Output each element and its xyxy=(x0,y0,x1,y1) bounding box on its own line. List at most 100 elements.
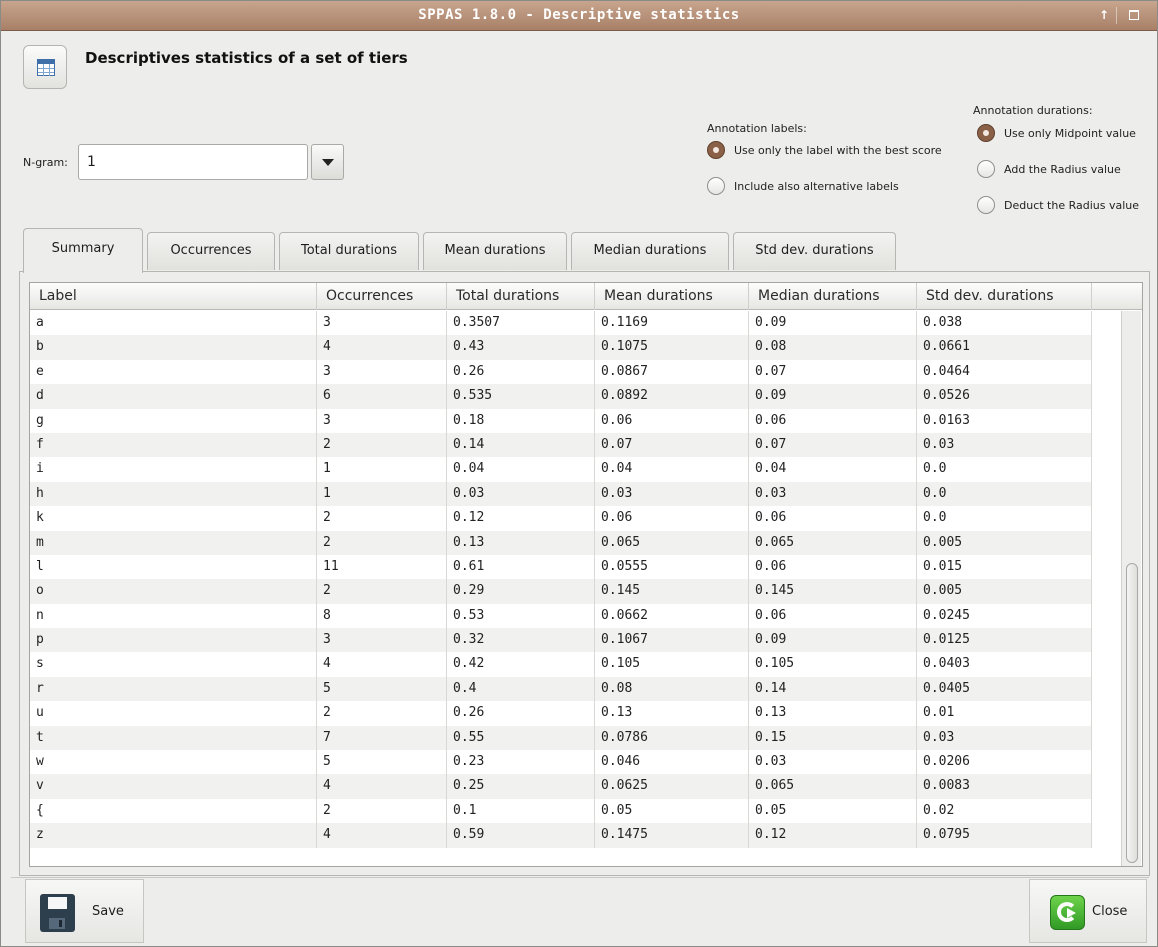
cell-median-durations: 0.065 xyxy=(749,774,917,799)
radio-selected-icon[interactable] xyxy=(707,141,725,159)
cell-label: i xyxy=(30,457,317,482)
column-header-mean-durations[interactable]: Mean durations xyxy=(595,283,749,310)
cell-median-durations: 0.105 xyxy=(749,652,917,677)
table-row[interactable]: l 11 0.61 0.0555 0.06 0.015 xyxy=(30,554,1092,580)
page-title: Descriptives statistics of a set of tier… xyxy=(85,49,408,67)
table-row[interactable]: u 2 0.26 0.13 0.13 0.01 xyxy=(30,701,1092,726)
cell-total-durations: 0.4 xyxy=(447,676,595,702)
cell-mean-durations: 0.145 xyxy=(595,579,749,604)
table-row[interactable]: r 5 0.4 0.08 0.14 0.0405 xyxy=(30,676,1092,702)
cell-occurrences: 5 xyxy=(317,676,447,702)
chevron-down-icon[interactable] xyxy=(311,144,344,180)
table-row[interactable]: h 1 0.03 0.03 0.03 0.0 xyxy=(30,481,1092,507)
table-row[interactable]: w 5 0.23 0.046 0.03 0.0206 xyxy=(30,750,1092,775)
cell-total-durations: 0.25 xyxy=(447,774,595,799)
cell-std-dev-durations: 0.015 xyxy=(917,554,1092,580)
cell-occurrences: 11 xyxy=(317,554,447,580)
cell-total-durations: 0.53 xyxy=(447,603,595,629)
table-row[interactable]: k 2 0.12 0.06 0.06 0.0 xyxy=(30,506,1092,531)
tab-mean-durations[interactable]: Mean durations xyxy=(423,232,567,270)
radio-midpoint-value[interactable]: Use only Midpoint value xyxy=(977,124,1147,142)
close-button[interactable]: Close xyxy=(1029,879,1147,943)
cell-label: t xyxy=(30,725,317,751)
cell-median-durations: 0.07 xyxy=(749,359,917,385)
radio-deduct-radius[interactable]: Deduct the Radius value xyxy=(977,196,1147,214)
table-row[interactable]: z 4 0.59 0.1475 0.12 0.0795 xyxy=(30,823,1092,848)
table-row[interactable]: p 3 0.32 0.1067 0.09 0.0125 xyxy=(30,628,1092,653)
tab-occurrences[interactable]: Occurrences xyxy=(147,232,275,270)
cell-median-durations: 0.09 xyxy=(749,384,917,409)
tab-total-durations[interactable]: Total durations xyxy=(279,232,419,270)
save-icon xyxy=(40,894,75,932)
summary-table[interactable]: Label Occurrences Total durations Mean d… xyxy=(29,282,1143,867)
table-row[interactable]: a 3 0.3507 0.1169 0.09 0.038 xyxy=(30,311,1092,336)
radio-unselected-icon[interactable] xyxy=(977,196,995,214)
column-header-median-durations[interactable]: Median durations xyxy=(749,283,917,310)
table-row[interactable]: {2 0.1 0.05 0.05 0.02 xyxy=(30,798,1092,824)
cell-total-durations: 0.18 xyxy=(447,408,595,433)
title-bar[interactable]: SPPAS 1.8.0 - Descriptive statistics ↑ xyxy=(1,1,1157,31)
cell-std-dev-durations: 0.02 xyxy=(917,798,1092,824)
window-title: SPPAS 1.8.0 - Descriptive statistics xyxy=(418,7,740,23)
cell-mean-durations: 0.0625 xyxy=(595,774,749,799)
cell-label: { xyxy=(30,798,317,824)
column-header-label[interactable]: Label xyxy=(30,283,317,310)
table-row[interactable]: e 3 0.26 0.0867 0.07 0.0464 xyxy=(30,359,1092,385)
table-row[interactable]: v 4 0.25 0.0625 0.065 0.0083 xyxy=(30,774,1092,799)
cell-median-durations: 0.09 xyxy=(749,628,917,653)
table-row[interactable]: g 3 0.18 0.06 0.06 0.0163 xyxy=(30,408,1092,433)
scrollbar-thumb[interactable] xyxy=(1126,563,1138,863)
cell-total-durations: 0.55 xyxy=(447,725,595,751)
radio-best-score-label[interactable]: Use only the label with the best score xyxy=(707,141,962,159)
cell-total-durations: 0.1 xyxy=(447,798,595,824)
tab-median-durations[interactable]: Median durations xyxy=(571,232,729,270)
cell-total-durations: 0.59 xyxy=(447,823,595,848)
cell-occurrences: 7 xyxy=(317,725,447,751)
cell-total-durations: 0.42 xyxy=(447,652,595,677)
annotation-labels-heading: Annotation labels: xyxy=(707,122,807,135)
table-row[interactable]: b 4 0.43 0.1075 0.08 0.0661 xyxy=(30,335,1092,360)
radio-selected-icon[interactable] xyxy=(977,124,995,142)
arrow-up-icon[interactable]: ↑ xyxy=(1096,8,1112,23)
table-row[interactable]: t 7 0.55 0.0786 0.15 0.03 xyxy=(30,725,1092,751)
table-row[interactable]: i 1 0.04 0.04 0.04 0.0 xyxy=(30,457,1092,482)
table-row[interactable]: d 6 0.535 0.0892 0.09 0.0526 xyxy=(30,384,1092,409)
cell-mean-durations: 0.0555 xyxy=(595,554,749,580)
column-header-total-durations[interactable]: Total durations xyxy=(447,283,595,310)
table-row[interactable]: o 2 0.29 0.145 0.145 0.005 xyxy=(30,579,1092,604)
cell-total-durations: 0.13 xyxy=(447,530,595,555)
column-header-occurrences[interactable]: Occurrences xyxy=(317,283,447,310)
radio-unselected-icon[interactable] xyxy=(707,177,725,195)
column-header-std-dev-durations[interactable]: Std dev. durations xyxy=(917,283,1092,310)
table-row[interactable]: n 8 0.53 0.0662 0.06 0.0245 xyxy=(30,603,1092,629)
cell-occurrences: 2 xyxy=(317,506,447,531)
cell-mean-durations: 0.0867 xyxy=(595,359,749,385)
cell-std-dev-durations: 0.0245 xyxy=(917,603,1092,629)
cell-median-durations: 0.03 xyxy=(749,750,917,775)
ngram-combobox[interactable]: 1 xyxy=(78,144,308,180)
radio-unselected-icon[interactable] xyxy=(977,160,995,178)
radio-add-radius[interactable]: Add the Radius value xyxy=(977,160,1147,178)
cell-mean-durations: 0.07 xyxy=(595,432,749,458)
radio-alternative-labels[interactable]: Include also alternative labels xyxy=(707,177,927,195)
tab-summary[interactable]: Summary xyxy=(23,228,143,273)
cell-occurrences: 6 xyxy=(317,384,447,409)
cell-occurrences: 2 xyxy=(317,432,447,458)
vertical-scrollbar[interactable] xyxy=(1121,311,1141,866)
table-row[interactable]: s 4 0.42 0.105 0.105 0.0403 xyxy=(30,652,1092,677)
table-row[interactable]: f 2 0.14 0.07 0.07 0.03 xyxy=(30,432,1092,458)
table-body: a 3 0.3507 0.1169 0.09 0.038 b 4 0.43 0.1075 0.08 0… xyxy=(30,311,1092,848)
maximize-icon[interactable] xyxy=(1126,8,1142,23)
close-icon xyxy=(1050,895,1085,930)
table-row[interactable]: m 2 0.13 0.065 0.065 0.005 xyxy=(30,530,1092,555)
cell-mean-durations: 0.105 xyxy=(595,652,749,677)
cell-label: r xyxy=(30,676,317,702)
cell-mean-durations: 0.08 xyxy=(595,676,749,702)
cell-std-dev-durations: 0.005 xyxy=(917,530,1092,555)
cell-occurrences: 1 xyxy=(317,457,447,482)
cell-mean-durations: 0.0892 xyxy=(595,384,749,409)
cell-label: h xyxy=(30,481,317,507)
tab-std-dev-durations[interactable]: Std dev. durations xyxy=(733,232,896,270)
save-button[interactable]: Save xyxy=(25,879,144,943)
cell-std-dev-durations: 0.0403 xyxy=(917,652,1092,677)
